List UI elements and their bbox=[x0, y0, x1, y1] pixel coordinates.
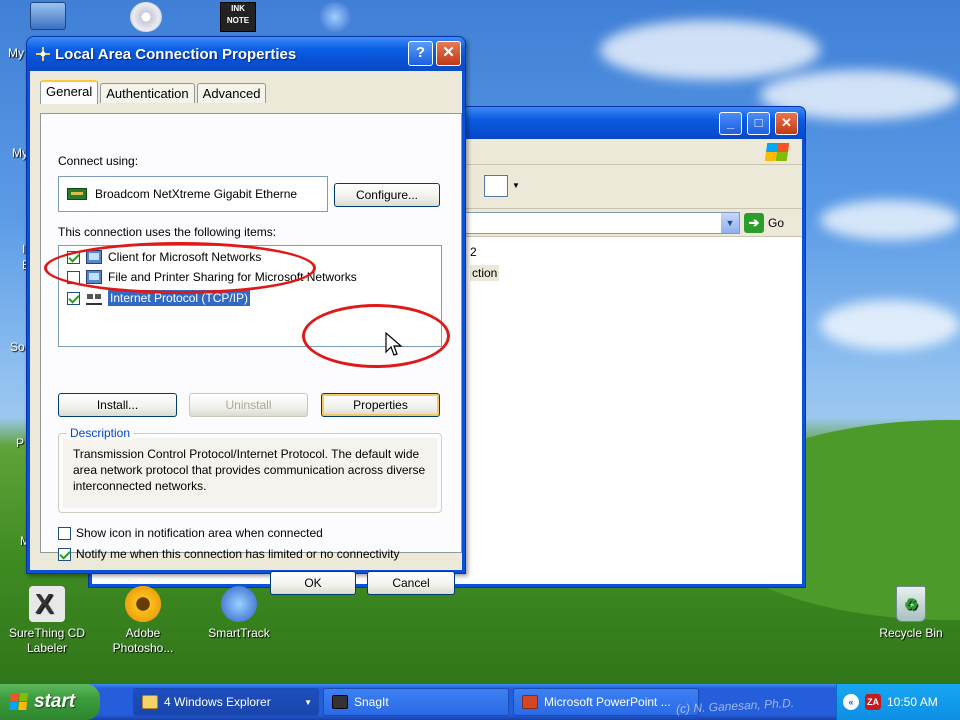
views-icon[interactable] bbox=[484, 175, 508, 197]
task-label: SnagIt bbox=[354, 695, 389, 709]
show-icon-checkbox[interactable] bbox=[58, 526, 71, 540]
notify-option[interactable]: Notify me when this connection has limit… bbox=[58, 547, 400, 561]
expand-tray-icon[interactable]: « bbox=[843, 694, 859, 710]
desktop-icon-label[interactable]: I bbox=[22, 242, 25, 256]
smarttrack-icon bbox=[221, 586, 257, 622]
network-adapter-icon bbox=[67, 188, 87, 200]
notify-label: Notify me when this connection has limit… bbox=[76, 547, 400, 561]
annotation-ellipse bbox=[302, 304, 450, 368]
description-text: Transmission Control Protocol/Internet P… bbox=[73, 447, 426, 493]
notify-checkbox[interactable] bbox=[58, 547, 71, 561]
chevron-down-icon: ▼ bbox=[304, 697, 312, 707]
network-connection-icon bbox=[36, 47, 50, 61]
windows-logo-icon bbox=[764, 143, 790, 161]
start-button[interactable]: start bbox=[0, 684, 100, 720]
desktop-icon-photoshop[interactable]: Adobe Photosho... bbox=[98, 586, 188, 656]
chevron-down-icon[interactable]: ▼ bbox=[512, 181, 520, 190]
properties-button[interactable]: Properties bbox=[321, 393, 440, 417]
address-dropdown-icon[interactable]: ▼ bbox=[721, 213, 739, 233]
desktop-icon-surething[interactable]: X SureThing CD Labeler bbox=[2, 586, 92, 656]
configure-button[interactable]: Configure... bbox=[334, 183, 440, 207]
go-arrow-icon: ➔ bbox=[744, 213, 764, 233]
description-group: Description Transmission Control Protoco… bbox=[58, 426, 442, 513]
tcpip-checkbox[interactable] bbox=[67, 291, 80, 305]
recycle-bin-icon: ♻ bbox=[896, 586, 926, 622]
help-button[interactable]: ? bbox=[408, 41, 433, 66]
maximize-button[interactable]: □ bbox=[747, 112, 770, 135]
windows-flag-icon bbox=[9, 693, 29, 711]
uninstall-button[interactable]: Uninstall bbox=[189, 393, 308, 417]
tab-strip: General Authentication Advanced bbox=[40, 80, 268, 104]
taskbar: start 4 Windows Explorer ▼ SnagIt Micros… bbox=[0, 684, 960, 720]
desktop-icon-label: Adobe Photosho... bbox=[112, 626, 174, 655]
protocol-icon bbox=[86, 291, 102, 305]
annotation-ellipse bbox=[44, 242, 316, 294]
items-label: This connection uses the following items… bbox=[58, 225, 277, 239]
task-powerpoint[interactable]: Microsoft PowerPoint ... bbox=[513, 688, 699, 716]
desktop-icon-smarttrack[interactable]: SmartTrack bbox=[194, 586, 284, 641]
task-snagit[interactable]: SnagIt bbox=[323, 688, 509, 716]
tab-advanced[interactable]: Advanced bbox=[196, 83, 267, 103]
install-button[interactable]: Install... bbox=[58, 393, 177, 417]
show-icon-option[interactable]: Show icon in notification area when conn… bbox=[58, 526, 323, 540]
cd-icon[interactable] bbox=[130, 2, 162, 32]
mouse-pointer-icon bbox=[385, 332, 403, 356]
show-icon-label: Show icon in notification area when conn… bbox=[76, 526, 323, 540]
dialog-title: Local Area Connection Properties bbox=[55, 46, 297, 63]
start-label: start bbox=[34, 691, 76, 712]
tab-authentication[interactable]: Authentication bbox=[100, 83, 195, 103]
adapter-field: Broadcom NetXtreme Gigabit Etherne bbox=[58, 176, 328, 212]
globe-app-icon[interactable] bbox=[318, 2, 352, 32]
snagit-icon bbox=[332, 695, 348, 709]
zonealarm-icon[interactable]: ZA bbox=[865, 694, 881, 710]
minimize-button[interactable]: _ bbox=[719, 112, 742, 135]
desktop-icon-label[interactable]: So bbox=[10, 340, 25, 354]
surething-icon: X bbox=[29, 586, 65, 622]
connect-using-label: Connect using: bbox=[58, 154, 139, 168]
desktop-icon-label: SmartTrack bbox=[208, 626, 270, 640]
list-item[interactable]: 2 bbox=[470, 245, 477, 259]
close-button[interactable]: ✕ bbox=[436, 41, 461, 66]
adapter-name: Broadcom NetXtreme Gigabit Etherne bbox=[95, 187, 298, 201]
go-button[interactable]: ➔ Go bbox=[744, 212, 784, 234]
photoshop-icon bbox=[125, 586, 161, 622]
go-label: Go bbox=[768, 216, 785, 230]
folder-icon bbox=[142, 695, 158, 709]
desktop-icon-label[interactable]: P bbox=[16, 436, 24, 450]
desktop-icon-recycle-bin[interactable]: ♻ Recycle Bin bbox=[866, 586, 956, 641]
desktop-icon-label: Recycle Bin bbox=[879, 626, 943, 640]
cancel-button[interactable]: Cancel bbox=[367, 571, 455, 595]
tab-general[interactable]: General bbox=[40, 80, 99, 104]
ink-note-icon[interactable]: INK NOTE bbox=[220, 2, 256, 32]
powerpoint-icon bbox=[522, 695, 538, 709]
dialog-titlebar[interactable]: Local Area Connection Properties ? ✕ bbox=[27, 37, 465, 71]
description-title: Description bbox=[67, 426, 134, 440]
desktop-icon-label[interactable]: My bbox=[8, 46, 24, 60]
my-computer-icon[interactable] bbox=[30, 2, 66, 30]
close-button[interactable]: ✕ bbox=[775, 112, 798, 135]
task-windows-explorer[interactable]: 4 Windows Explorer ▼ bbox=[133, 688, 319, 716]
task-label: 4 Windows Explorer bbox=[164, 695, 271, 709]
desktop-icon-label: SureThing CD Labeler bbox=[8, 626, 86, 655]
list-item[interactable]: ction bbox=[470, 265, 500, 281]
task-label: Microsoft PowerPoint ... bbox=[544, 695, 671, 709]
clock[interactable]: 10:50 AM bbox=[887, 695, 938, 709]
system-tray: « ZA 10:50 AM bbox=[836, 684, 960, 720]
